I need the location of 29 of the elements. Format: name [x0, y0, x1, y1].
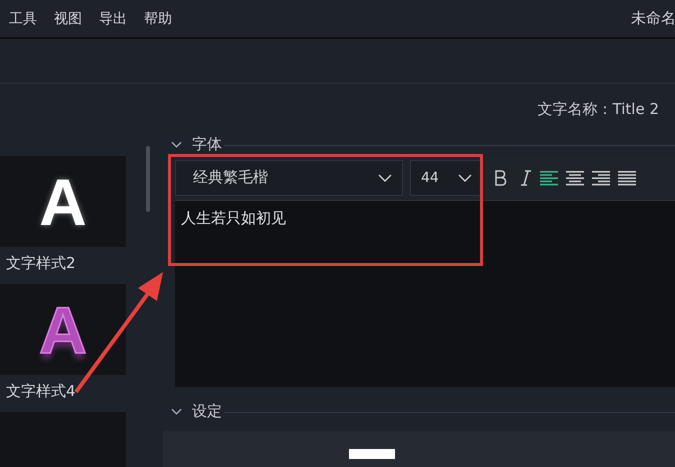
preview-swatch [349, 448, 395, 459]
text-input[interactable]: 人生若只如初见 [175, 200, 675, 387]
menu-item[interactable]: 视图 [54, 10, 82, 28]
chevron-down-icon [378, 174, 392, 182]
size-dropdown[interactable]: 44 [410, 160, 481, 196]
text-name: 文字名称：Title 2 [538, 100, 659, 118]
style-preview: A [39, 296, 87, 362]
chevron-icon[interactable] [171, 140, 182, 149]
section-title: 设定 [192, 402, 222, 422]
window-title: 未命名 [631, 9, 675, 28]
font-dropdown[interactable]: 经典繁毛楷 [175, 160, 403, 196]
align-icon[interactable] [539, 169, 559, 186]
style-label: 文字样式4 [6, 382, 77, 401]
chevron-icon[interactable] [171, 408, 182, 416]
style-label: 文字样式2 [6, 254, 77, 273]
align-icon[interactable] [565, 169, 585, 186]
style-preview: A [39, 168, 87, 234]
style-thumbnail[interactable]: A [0, 156, 126, 247]
italic-icon[interactable] [519, 168, 533, 187]
align-icon[interactable] [591, 169, 611, 186]
menu-item[interactable]: 导出 [99, 10, 127, 28]
chevron-down-icon [458, 174, 472, 182]
style-thumbnail[interactable]: A [0, 284, 126, 375]
menu-item[interactable]: 帮助 [144, 10, 172, 28]
menu-item[interactable]: 工具 [9, 10, 37, 28]
section-title: 字体 [192, 135, 222, 154]
bold-icon[interactable] [493, 168, 507, 187]
align-icon[interactable] [617, 169, 637, 186]
scrollbar-thumb[interactable] [146, 146, 150, 212]
